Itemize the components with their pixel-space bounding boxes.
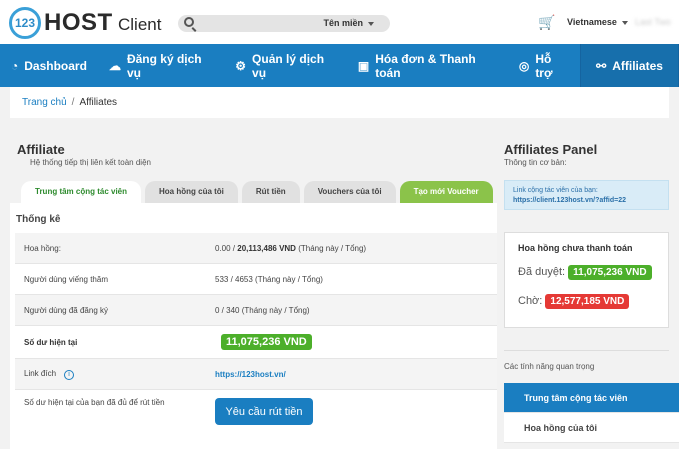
search-icon	[184, 17, 194, 27]
language-select[interactable]: Vietnamese	[567, 17, 628, 27]
logo-mark[interactable]: 123	[9, 7, 41, 39]
divider	[504, 350, 669, 351]
visitors-value: 533 / 4653 (Tháng này / Tổng)	[215, 274, 323, 284]
breadcrumb-home[interactable]: Trang chủ	[22, 97, 67, 108]
features-label: Các tính năng quan trọng	[504, 362, 595, 371]
visitors-label: Người dùng viếng thăm	[24, 274, 108, 284]
search-bar[interactable]: Tên miền	[178, 15, 390, 32]
tab-bar: Trung tâm cộng tác viên Hoa hồng của tôi…	[21, 181, 497, 203]
chevron-down-icon	[368, 21, 374, 26]
affiliate-link-value[interactable]: https://client.123host.vn/?affid=22	[513, 196, 660, 206]
user-menu[interactable]: Last Two	[635, 17, 671, 27]
page-subtitle: Hệ thống tiếp thị liên kết toàn diện	[30, 158, 151, 167]
gear-icon: ⚙	[235, 58, 247, 73]
signups-value: 0 / 340 (Tháng này / Tổng)	[215, 305, 310, 315]
row-balance: Số dư hiện tại 11,075,236 VND	[15, 326, 497, 359]
affiliate-link-label: Link cộng tác viên của bạn:	[513, 187, 598, 194]
tab-my-vouchers[interactable]: Vouchers của tôi	[303, 181, 396, 203]
tab-withdraw[interactable]: Rút tiền	[241, 181, 300, 203]
nav-billing[interactable]: ▣ Hóa đơn & Thanh toán	[347, 44, 508, 87]
brand-name[interactable]: HOST	[44, 9, 113, 37]
main-nav: ◔ Dashboard ☁ Đăng ký dịch vụ ⚙ Quản lý dịc…	[0, 44, 679, 87]
commission-value: 0.00 / 20,113,486 VND (Tháng này / Tổng)	[215, 243, 367, 253]
side-panel-title: Affiliates Panel	[504, 142, 598, 157]
approved-row: Đã duyệt: 11,075,236 VND	[518, 265, 652, 280]
unpaid-commission-box: Hoa hồng chưa thanh toán Đã duyệt: 11,07…	[504, 232, 669, 328]
withdraw-label: Số dư hiện tại của bạn đã đủ để rút tiền	[24, 398, 165, 407]
approved-badge: 11,075,236 VND	[568, 265, 652, 280]
breadcrumb-separator: /	[71, 97, 75, 108]
balance-badge: 11,075,236 VND	[221, 334, 312, 350]
feature-affiliate-center[interactable]: Trung tâm cộng tác viên	[504, 383, 679, 413]
breadcrumb-current: Affiliates	[79, 97, 118, 108]
stats-title: Thống kê	[16, 214, 61, 225]
side-panel-subtitle: Thông tin cơ bản:	[504, 158, 567, 167]
balance-label: Số dư hiện tại	[24, 337, 78, 347]
withdraw-request-button[interactable]: Yêu cầu rút tiền	[215, 398, 313, 425]
top-bar: 123 HOST Client Tên miền 🛒 Vietnamese La…	[0, 0, 679, 44]
domain-select[interactable]: Tên miền	[323, 18, 374, 28]
breadcrumb: Trang chủ / Affiliates	[10, 87, 669, 118]
balance-value: 11,075,236 VND	[221, 334, 312, 350]
link-icon: ⚯	[596, 58, 607, 73]
nav-affiliates[interactable]: ⚯ Affiliates	[580, 44, 679, 87]
features-list: Trung tâm cộng tác viên Hoa hồng của tôi	[504, 383, 679, 443]
row-visitors: Người dùng viếng thăm 533 / 4653 (Tháng …	[15, 264, 497, 295]
tab-create-voucher[interactable]: Tạo mới Voucher	[399, 181, 493, 203]
row-signups: Người dùng đã đăng ký 0 / 340 (Tháng này…	[15, 295, 497, 326]
nav-register-service[interactable]: ☁ Đăng ký dịch vụ	[98, 44, 224, 87]
info-icon[interactable]: i	[64, 369, 75, 380]
stats-panel: Thống kê Hoa hồng: 0.00 / 20,113,486 VND…	[10, 203, 497, 449]
chevron-down-icon	[621, 20, 628, 25]
unpaid-commission-title: Hoa hồng chưa thanh toán	[518, 243, 633, 253]
nav-manage-service[interactable]: ⚙ Quản lý dịch vụ	[224, 44, 347, 87]
row-link: Link đích i https://123host.vn/	[15, 359, 497, 390]
signups-label: Người dùng đã đăng ký	[24, 305, 108, 315]
cart-icon[interactable]: 🛒	[538, 14, 555, 31]
pending-badge: 12,577,185 VND	[545, 294, 630, 309]
feature-my-commission[interactable]: Hoa hồng của tôi	[504, 413, 679, 443]
link-label: Link đích i	[24, 369, 75, 380]
pending-row: Chờ: 12,577,185 VND	[518, 294, 630, 309]
cloud-icon: ☁	[108, 58, 121, 73]
tab-my-commission[interactable]: Hoa hồng của tôi	[145, 181, 238, 203]
nav-support[interactable]: ◎ Hỗ trợ	[508, 44, 580, 87]
lifebuoy-icon: ◎	[518, 58, 530, 73]
tab-affiliate-center[interactable]: Trung tâm cộng tác viên	[21, 181, 142, 203]
brand-sub[interactable]: Client	[118, 15, 161, 35]
dashboard-icon: ◔	[11, 58, 19, 73]
commission-label: Hoa hồng:	[24, 243, 61, 253]
link-value[interactable]: https://123host.vn/	[215, 370, 286, 379]
money-icon: ▣	[357, 58, 370, 73]
nav-dashboard[interactable]: ◔ Dashboard	[0, 44, 98, 87]
row-commission: Hoa hồng: 0.00 / 20,113,486 VND (Tháng n…	[15, 233, 497, 264]
affiliate-link-box[interactable]: Link cộng tác viên của bạn: https://clie…	[504, 180, 669, 210]
page-title: Affiliate	[17, 142, 65, 157]
